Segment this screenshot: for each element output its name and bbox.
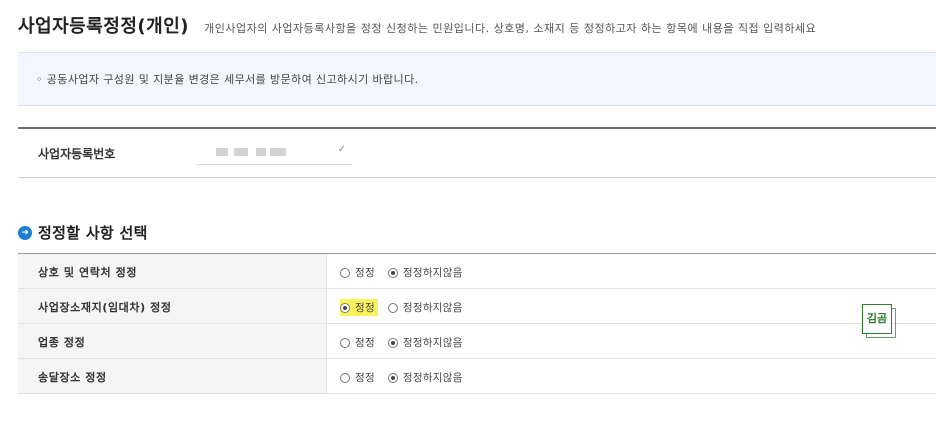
masked-value <box>234 148 248 156</box>
option-radio-group: 정정 정정하지않음 <box>340 334 476 351</box>
page-header: 사업자등록정정(개인) 개인사업자의 사업자등록사항을 정정 신청하는 민원입니… <box>18 12 816 38</box>
radio-correct[interactable]: 정정 <box>340 264 378 281</box>
section-header: ➜ 정정할 사항 선택 <box>18 222 148 243</box>
radio-label: 정정 <box>355 337 375 349</box>
option-row-business-type: 업종 정정 정정 정정하지않음 <box>18 324 936 359</box>
radio-label: 정정하지않음 <box>402 302 463 314</box>
stamp-label: 김곰 <box>862 304 892 334</box>
option-row-location: 사업장소재지(임대차) 정정 정정 정정하지않음 <box>18 289 936 324</box>
option-label-cell: 업종 정정 <box>18 324 327 358</box>
name-stamp: 김곰 <box>862 304 896 338</box>
radio-label: 정정하지않음 <box>402 337 463 349</box>
radio-button[interactable] <box>340 337 350 348</box>
business-number-select[interactable]: ✓ <box>196 140 352 165</box>
option-row-delivery-place: 송달장소 정정 정정 정정하지않음 <box>18 359 936 394</box>
section-title: 정정할 사항 선택 <box>38 224 148 242</box>
option-label: 송달장소 정정 <box>38 371 107 384</box>
radio-button[interactable] <box>387 372 398 383</box>
business-number-section: 사업자등록번호 ✓ <box>18 127 936 178</box>
page-description: 개인사업자의 사업자등록사항을 정정 신청하는 민원입니다. 상호명, 소재지 … <box>204 22 817 35</box>
radio-button[interactable] <box>387 267 398 278</box>
option-label-cell: 사업장소재지(임대차) 정정 <box>18 289 327 323</box>
masked-value <box>216 148 228 156</box>
option-label: 상호 및 연락처 정정 <box>38 266 138 279</box>
radio-label: 정정 <box>355 302 375 314</box>
radio-no-correct[interactable]: 정정하지않음 <box>387 334 466 351</box>
radio-button[interactable] <box>340 372 350 383</box>
radio-label: 정정 <box>355 267 375 279</box>
radio-button[interactable] <box>387 302 398 313</box>
radio-no-correct[interactable]: 정정하지않음 <box>387 369 466 386</box>
radio-label: 정정 <box>355 372 375 384</box>
masked-value <box>256 148 266 156</box>
radio-label: 정정하지않음 <box>402 372 463 384</box>
notice-box: ◦ 공동사업자 구성원 및 지분율 변경은 세무서를 방문하여 신고하시기 바랍… <box>18 52 936 106</box>
business-number-label: 사업자등록번호 <box>38 147 116 161</box>
correction-options-table: 상호 및 연락처 정정 정정 정정하지않음 사업장소재지(임대차) 정정 정정 <box>18 253 936 394</box>
radio-no-correct[interactable]: 정정하지않음 <box>387 264 466 281</box>
option-label: 사업장소재지(임대차) 정정 <box>38 301 172 314</box>
radio-button[interactable] <box>340 267 350 278</box>
option-label: 업종 정정 <box>38 336 86 349</box>
page-title: 사업자등록정정(개인) <box>18 16 189 37</box>
option-label-cell: 송달장소 정정 <box>18 359 327 393</box>
arrow-circle-icon: ➜ <box>18 225 32 240</box>
option-radio-group: 정정 정정하지않음 <box>340 369 476 386</box>
radio-correct[interactable]: 정정 <box>340 334 378 351</box>
notice-text: ◦ 공동사업자 구성원 및 지분율 변경은 세무서를 방문하여 신고하시기 바랍… <box>36 73 419 86</box>
option-row-name-contact: 상호 및 연락처 정정 정정 정정하지않음 <box>18 254 936 289</box>
radio-no-correct[interactable]: 정정하지않음 <box>387 299 466 316</box>
option-label-cell: 상호 및 연락처 정정 <box>18 254 327 288</box>
option-radio-group: 정정 정정하지않음 <box>340 299 476 316</box>
masked-value <box>270 148 286 156</box>
chevron-down-icon: ✓ <box>337 144 346 155</box>
radio-label: 정정하지않음 <box>402 267 463 279</box>
radio-correct[interactable]: 정정 <box>340 369 378 386</box>
option-radio-group: 정정 정정하지않음 <box>340 264 476 281</box>
radio-button[interactable] <box>340 302 350 313</box>
radio-button[interactable] <box>387 337 398 348</box>
radio-correct[interactable]: 정정 <box>340 299 378 316</box>
